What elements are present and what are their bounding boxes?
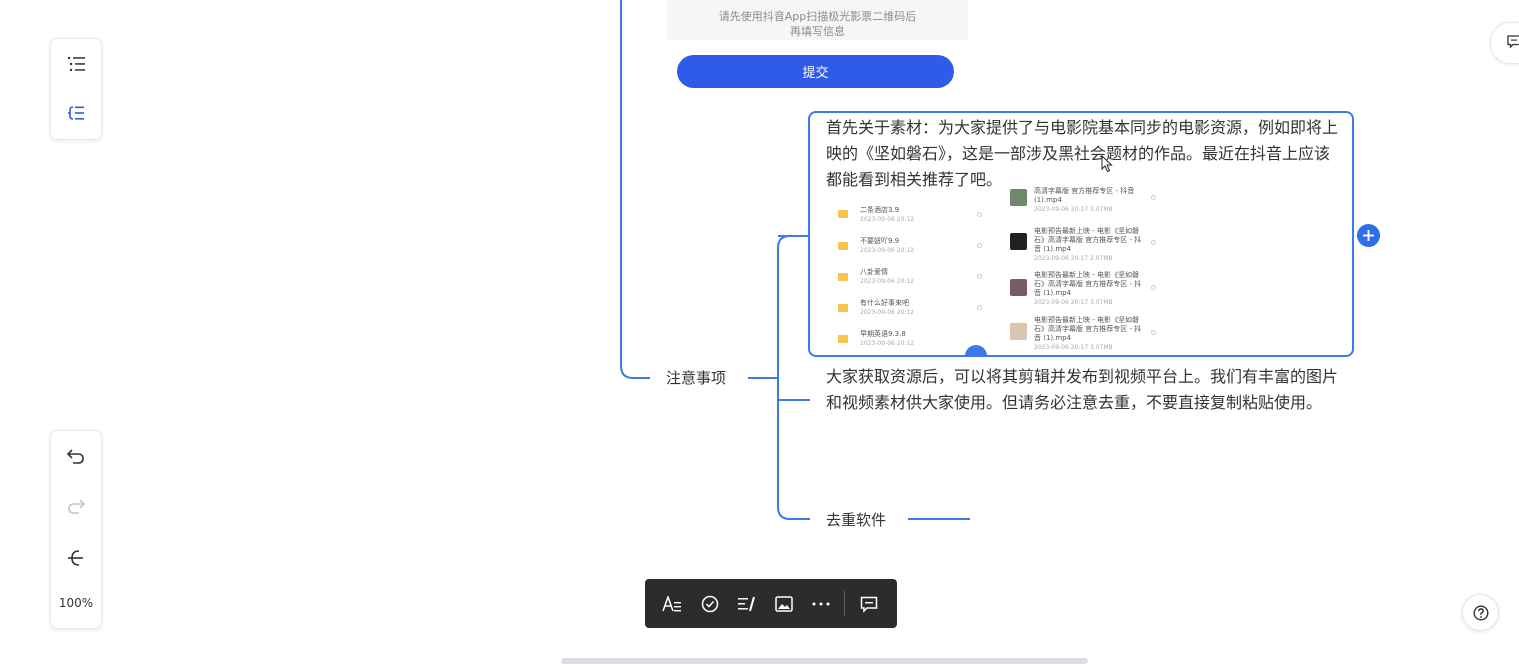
insert-image-button[interactable] bbox=[771, 591, 797, 617]
comment-icon bbox=[860, 596, 878, 613]
folder-icon bbox=[838, 273, 848, 281]
folder-name: 二条酒店3.9 bbox=[860, 206, 900, 214]
undo-button[interactable] bbox=[51, 433, 101, 479]
list-item: 八卦爱情 2023-09-06 20:12 bbox=[860, 268, 914, 286]
video-meta: 2023-09-06 20:17 3.07MB bbox=[1034, 299, 1113, 306]
help-button[interactable] bbox=[1462, 594, 1499, 631]
mindmap-view-button[interactable] bbox=[51, 90, 101, 136]
video-thumbnail bbox=[1010, 189, 1027, 206]
folder-name: 八卦爱情 bbox=[860, 268, 888, 276]
outline-view-button[interactable] bbox=[51, 41, 101, 87]
select-dot bbox=[1151, 195, 1156, 200]
plus-icon bbox=[1363, 230, 1374, 241]
image-icon bbox=[775, 596, 793, 612]
view-mode-panel bbox=[50, 38, 102, 140]
folder-icon bbox=[838, 304, 848, 312]
horizontal-scrollbar[interactable] bbox=[561, 658, 1088, 664]
select-dot bbox=[1151, 285, 1156, 290]
toolbar-divider bbox=[844, 591, 845, 616]
text-note-icon bbox=[738, 596, 755, 612]
history-zoom-panel: 100% bbox=[50, 430, 102, 629]
scroll-marker bbox=[965, 345, 987, 355]
video-meta: 2023-09-06 20:17 3.07MB bbox=[1034, 206, 1113, 213]
video-name: 电影预告最新上映 - 电影《坚如磐石》高清字幕版 官方推荐专区 - 抖音 (1)… bbox=[1034, 227, 1142, 253]
collapse-button[interactable] bbox=[51, 535, 101, 581]
note-button[interactable] bbox=[734, 591, 760, 617]
select-dot bbox=[977, 274, 982, 279]
task-button[interactable] bbox=[697, 591, 723, 617]
folder-name: 有什么好事来吧 bbox=[860, 299, 909, 307]
scan-hint-line-1: 请先使用抖音App扫描极光影票二维码后 bbox=[718, 10, 917, 23]
topic-dedupe-software[interactable]: 去重软件 bbox=[826, 509, 886, 530]
file-list-image: 二条酒店3.9 2023-09-06 20:12 不要妞吖9.9 2023-09… bbox=[810, 185, 1352, 355]
list-item: 不要妞吖9.9 2023-09-06 20:12 bbox=[860, 237, 914, 255]
folder-meta: 2023-09-06 20:12 bbox=[860, 309, 915, 316]
list-icon bbox=[67, 56, 85, 72]
topic-notice[interactable]: 注意事项 bbox=[666, 367, 726, 388]
usage-note-node[interactable]: 大家获取资源后，可以将其剪辑并发布到视频平台上。我们有丰富的图片和视频素材供大家… bbox=[826, 364, 1342, 416]
redo-button[interactable] bbox=[51, 483, 101, 529]
folder-meta: 2023-09-06 20:12 bbox=[860, 247, 915, 254]
select-dot bbox=[977, 305, 982, 310]
folder-meta: 2023-09-06 20:12 bbox=[860, 216, 915, 223]
select-dot bbox=[977, 212, 982, 217]
undo-icon bbox=[67, 449, 84, 464]
list-item: 有什么好事来吧 2023-09-06 20:12 bbox=[860, 299, 914, 317]
check-circle-icon bbox=[701, 595, 719, 613]
folder-icon bbox=[838, 210, 848, 218]
video-meta: 2023-09-06 20:17 2.07MB bbox=[1034, 255, 1113, 262]
selected-node-text: 首先关于素材：为大家提供了与电影院基本同步的电影资源，例如即将上映的《坚如磐石》… bbox=[826, 118, 1339, 189]
redo-icon bbox=[68, 499, 85, 514]
select-dot bbox=[1151, 240, 1156, 245]
folder-icon bbox=[838, 242, 848, 250]
mindmap-icon bbox=[68, 106, 84, 120]
collapse-icon bbox=[68, 550, 83, 566]
video-name: 电影预告最新上映 - 电影《坚如磐石》高清字幕版 官方推荐专区 - 抖音 (1)… bbox=[1034, 271, 1142, 297]
node-format-toolbar bbox=[645, 579, 897, 628]
video-name: 电影预告最新上映 - 电影《坚如磐石》高清字幕版 官方推荐专区 - 抖音 (1)… bbox=[1034, 316, 1142, 342]
add-child-node-button[interactable] bbox=[1357, 224, 1380, 247]
video-thumbnail bbox=[1010, 279, 1027, 296]
text-style-icon bbox=[662, 596, 681, 612]
selected-node[interactable]: 首先关于素材：为大家提供了与电影院基本同步的电影资源，例如即将上映的《坚如磐石》… bbox=[808, 111, 1354, 357]
video-thumbnail bbox=[1010, 233, 1027, 250]
folder-name: 早期英语9.3.8 bbox=[860, 330, 906, 338]
folder-icon bbox=[838, 335, 848, 343]
folder-meta: 2023-09-06 20:12 bbox=[860, 340, 915, 347]
list-item: 电影预告最新上映 - 电影《坚如磐石》高清字幕版 官方推荐专区 - 抖音 (1)… bbox=[1034, 227, 1144, 263]
text-style-button[interactable] bbox=[659, 591, 685, 617]
list-item: 早期英语9.3.8 2023-09-06 20:12 bbox=[860, 330, 914, 348]
comment-icon bbox=[1507, 35, 1519, 49]
more-dots-icon bbox=[812, 602, 830, 606]
select-dot bbox=[977, 243, 982, 248]
folder-meta: 2023-09-06 20:12 bbox=[860, 278, 915, 285]
list-item: 电影预告最新上映 - 电影《坚如磐石》高清字幕版 官方推荐专区 - 抖音 (1)… bbox=[1034, 316, 1144, 352]
video-meta: 2023-09-06 20:17 3.07MB bbox=[1034, 344, 1113, 351]
scan-hint: 请先使用抖音App扫描极光影票二维码后 再填写信息 bbox=[667, 0, 968, 40]
scan-hint-line-2: 再填写信息 bbox=[790, 25, 845, 38]
list-item: 高清字幕版 官方推荐专区 - 抖音 (1).mp4 2023-09-06 20:… bbox=[1034, 187, 1144, 214]
video-name: 高清字幕版 官方推荐专区 - 抖音 (1).mp4 bbox=[1034, 187, 1135, 204]
list-item: 二条酒店3.9 2023-09-06 20:12 bbox=[860, 206, 914, 224]
submit-button[interactable]: 提交 bbox=[677, 55, 954, 88]
video-thumbnail bbox=[1010, 323, 1027, 340]
list-item: 电影预告最新上映 - 电影《坚如磐石》高清字幕版 官方推荐专区 - 抖音 (1)… bbox=[1034, 271, 1144, 307]
select-dot bbox=[1151, 330, 1156, 335]
comment-button[interactable] bbox=[856, 591, 882, 617]
mouse-cursor-icon bbox=[1101, 155, 1113, 173]
folder-name: 不要妞吖9.9 bbox=[860, 237, 900, 245]
zoom-level[interactable]: 100% bbox=[51, 596, 101, 610]
help-icon bbox=[1472, 604, 1489, 621]
more-button[interactable] bbox=[808, 591, 834, 617]
